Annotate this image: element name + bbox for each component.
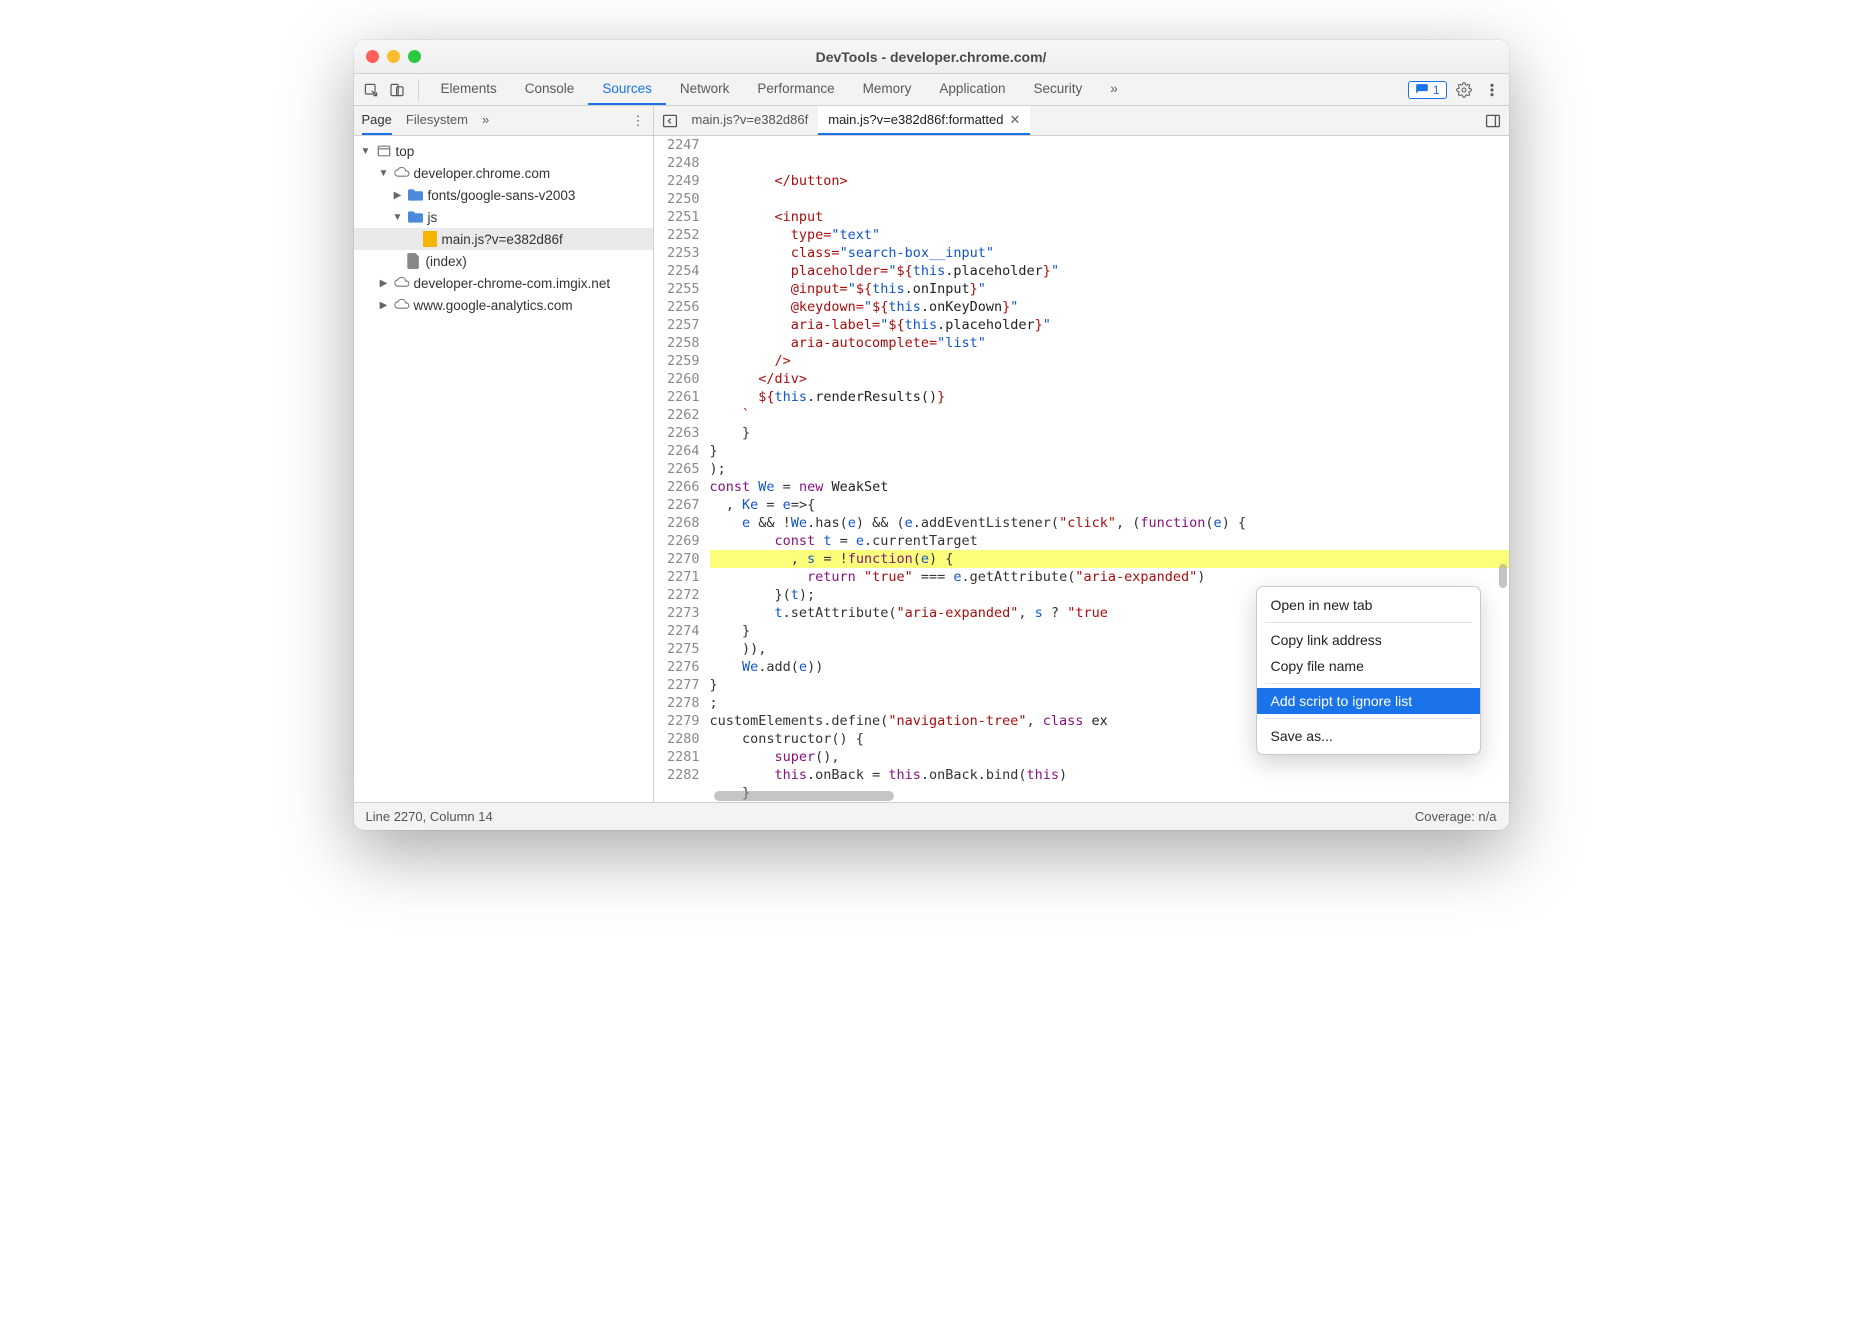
coverage-status: Coverage: n/a xyxy=(1415,809,1497,824)
kebab-icon[interactable] xyxy=(1481,79,1503,101)
tab-elements[interactable]: Elements xyxy=(427,74,511,105)
navigator-tabs: Page Filesystem » ⋮ xyxy=(354,106,653,136)
horizontal-scrollbar[interactable] xyxy=(714,791,894,801)
devtools-window: DevTools - developer.chrome.com/ Element… xyxy=(354,40,1509,830)
ctx-open-tab[interactable]: Open in new tab xyxy=(1257,592,1480,618)
tree-folder[interactable]: ▼ js xyxy=(354,206,653,228)
tree-label: developer.chrome.com xyxy=(414,166,551,181)
sb-tab-more-icon[interactable]: » xyxy=(482,106,489,135)
tab-performance[interactable]: Performance xyxy=(743,74,848,105)
editor-tab-label: main.js?v=e382d86f xyxy=(692,112,809,127)
cloud-icon xyxy=(394,297,410,313)
tree-label: fonts/google-sans-v2003 xyxy=(428,188,576,203)
cloud-icon xyxy=(394,275,410,291)
ctx-separator xyxy=(1265,718,1472,719)
editor-tab-active[interactable]: main.js?v=e382d86f:formatted ✕ xyxy=(818,106,1030,135)
tree-label: www.google-analytics.com xyxy=(414,298,573,313)
tree-frame-top[interactable]: ▼ top xyxy=(354,140,653,162)
ctx-copy-file[interactable]: Copy file name xyxy=(1257,653,1480,679)
tree-folder[interactable]: ▶ fonts/google-sans-v2003 xyxy=(354,184,653,206)
window-title: DevTools - developer.chrome.com/ xyxy=(354,49,1509,65)
main-toolbar: Elements Console Sources Network Perform… xyxy=(354,74,1509,106)
context-menu: Open in new tab Copy link address Copy f… xyxy=(1256,586,1481,755)
inspect-icon[interactable] xyxy=(360,79,382,101)
tab-memory[interactable]: Memory xyxy=(849,74,926,105)
folder-icon xyxy=(408,187,424,203)
tab-console[interactable]: Console xyxy=(511,74,589,105)
file-tree: ▼ top ▼ developer.chrome.com ▶ fonts/goo… xyxy=(354,136,653,802)
titlebar: DevTools - developer.chrome.com/ xyxy=(354,40,1509,74)
tab-sources[interactable]: Sources xyxy=(588,74,666,105)
tab-more-icon[interactable]: » xyxy=(1096,74,1132,105)
tree-label: main.js?v=e382d86f xyxy=(442,232,563,247)
ctx-save-as[interactable]: Save as... xyxy=(1257,723,1480,749)
issues-badge[interactable]: 1 xyxy=(1408,81,1447,99)
minimize-icon[interactable] xyxy=(387,50,400,63)
tree-domain[interactable]: ▶ www.google-analytics.com xyxy=(354,294,653,316)
editor-tab[interactable]: main.js?v=e382d86f xyxy=(682,106,819,135)
panel-tabs: Elements Console Sources Network Perform… xyxy=(427,74,1402,105)
tree-domain[interactable]: ▶ developer-chrome-com.imgix.net xyxy=(354,272,653,294)
close-tab-icon[interactable]: ✕ xyxy=(1009,112,1020,128)
sidebar-kebab-icon[interactable]: ⋮ xyxy=(632,113,645,129)
frame-icon xyxy=(376,143,392,159)
issues-count: 1 xyxy=(1433,83,1440,97)
tab-security[interactable]: Security xyxy=(1019,74,1096,105)
device-icon[interactable] xyxy=(386,79,408,101)
toggle-sidebar-icon[interactable] xyxy=(1481,109,1505,133)
tree-label: top xyxy=(396,144,415,159)
navigator-sidebar: Page Filesystem » ⋮ ▼ top ▼ developer.ch… xyxy=(354,106,654,802)
ctx-copy-link[interactable]: Copy link address xyxy=(1257,627,1480,653)
tab-network[interactable]: Network xyxy=(666,74,744,105)
tree-label: (index) xyxy=(426,254,467,269)
vertical-scrollbar[interactable] xyxy=(1499,564,1507,588)
tree-file-selected[interactable]: main.js?v=e382d86f xyxy=(354,228,653,250)
close-icon[interactable] xyxy=(366,50,379,63)
sb-tab-filesystem[interactable]: Filesystem xyxy=(406,106,468,135)
traffic-lights xyxy=(366,50,421,63)
tree-label: js xyxy=(428,210,438,225)
editor-tab-label: main.js?v=e382d86f:formatted xyxy=(828,112,1003,127)
folder-icon xyxy=(408,209,424,225)
tree-label: developer-chrome-com.imgix.net xyxy=(414,276,611,291)
js-file-icon xyxy=(422,231,438,247)
tree-domain[interactable]: ▼ developer.chrome.com xyxy=(354,162,653,184)
cloud-icon xyxy=(394,165,410,181)
file-icon xyxy=(406,253,422,269)
ctx-separator xyxy=(1265,683,1472,684)
gear-icon[interactable] xyxy=(1453,79,1475,101)
tree-file[interactable]: (index) xyxy=(354,250,653,272)
sb-tab-page[interactable]: Page xyxy=(362,106,392,135)
cursor-position: Line 2270, Column 14 xyxy=(366,809,493,824)
ctx-ignore[interactable]: Add script to ignore list xyxy=(1257,688,1480,714)
ctx-separator xyxy=(1265,622,1472,623)
maximize-icon[interactable] xyxy=(408,50,421,63)
status-bar: Line 2270, Column 14 Coverage: n/a xyxy=(354,802,1509,830)
nav-back-icon[interactable] xyxy=(658,109,682,133)
editor-tabstrip: main.js?v=e382d86f main.js?v=e382d86f:fo… xyxy=(654,106,1509,136)
tab-application[interactable]: Application xyxy=(925,74,1019,105)
line-gutter: 2247224822492250225122522253225422552256… xyxy=(654,136,710,802)
